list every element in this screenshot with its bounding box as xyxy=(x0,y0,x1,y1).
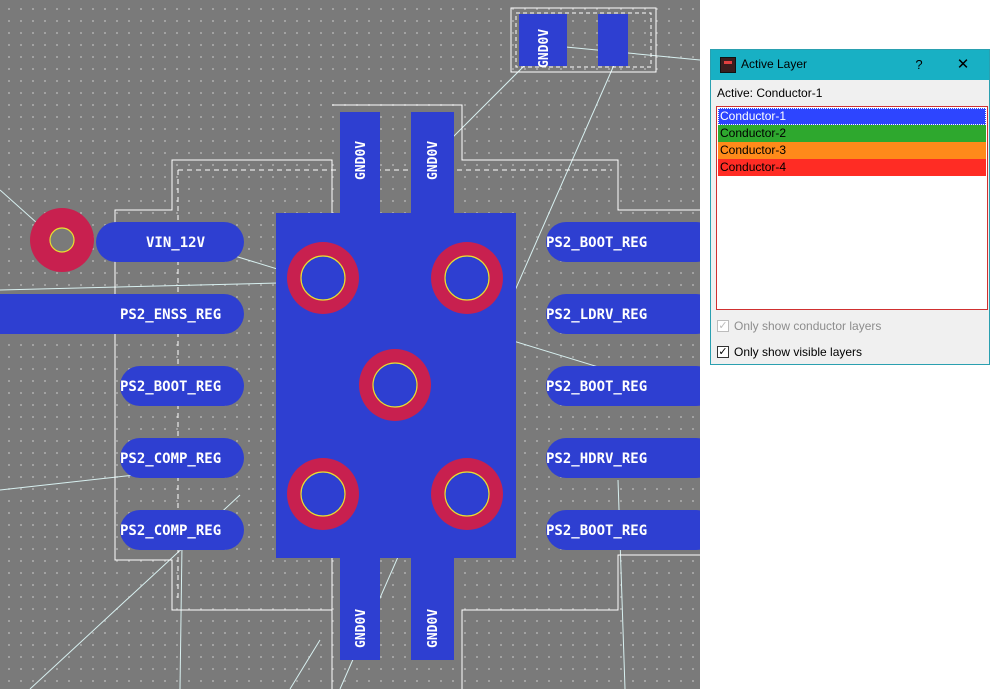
gnd-label-top-2: GND0V xyxy=(426,141,441,180)
close-button[interactable]: ✕ xyxy=(953,55,973,75)
app-icon xyxy=(720,57,736,73)
gnd-label-bottom-2: GND0V xyxy=(426,609,441,648)
pad-label-boot-right-3: PS2_BOOT_REG xyxy=(546,523,647,539)
dialog-title: Active Layer xyxy=(741,57,808,71)
active-layer-dialog[interactable]: Active Layer ? ✕ Active: Conductor-1 Con… xyxy=(710,49,990,365)
layer-list[interactable]: Conductor-1 Conductor-2 Conductor-3 Cond… xyxy=(716,106,988,310)
only-conductor-checkbox[interactable]: ✓ xyxy=(717,320,729,332)
pad-label-hdrv: PS2_HDRV_REG xyxy=(546,451,647,467)
gnd-label-bottom-1: GND0V xyxy=(354,609,369,648)
only-conductor-row[interactable]: ✓ Only show conductor layers xyxy=(717,319,881,333)
gnd-label-cap: GND0V xyxy=(537,29,552,68)
help-button[interactable]: ? xyxy=(909,55,929,75)
pad-label-ldrv: PS2_LDRV_REG xyxy=(546,307,647,323)
dialog-titlebar[interactable]: Active Layer ? ✕ xyxy=(711,50,989,80)
active-layer-label: Active: Conductor-1 xyxy=(717,86,823,100)
pcb-drawing[interactable]: VIN_12V PS2_ENSS_REG PS2_BOOT_REG PS2_CO… xyxy=(0,0,700,689)
only-visible-row[interactable]: ✓ Only show visible layers xyxy=(717,345,862,359)
only-visible-checkbox[interactable]: ✓ xyxy=(717,346,729,358)
layer-item-conductor-1[interactable]: Conductor-1 xyxy=(718,108,986,125)
only-visible-label: Only show visible layers xyxy=(734,345,863,359)
pad-label-comp-2: PS2_COMP_REG xyxy=(120,523,221,539)
pad-label-vin: VIN_12V xyxy=(146,235,206,251)
layer-item-conductor-2[interactable]: Conductor-2 xyxy=(718,125,986,142)
pad-label-boot-right-1: PS2_BOOT_REG xyxy=(546,235,647,251)
gnd-label-top-1: GND0V xyxy=(354,141,369,180)
pad-label-boot-right-2: PS2_BOOT_REG xyxy=(546,379,647,395)
pcb-canvas[interactable]: VIN_12V PS2_ENSS_REG PS2_BOOT_REG PS2_CO… xyxy=(0,0,700,689)
layer-item-conductor-4[interactable]: Conductor-4 xyxy=(718,159,986,176)
layer-item-conductor-3[interactable]: Conductor-3 xyxy=(718,142,986,159)
pad-label-boot-left: PS2_BOOT_REG xyxy=(120,379,221,395)
pad-label-enss: PS2_ENSS_REG xyxy=(120,307,221,323)
only-conductor-label: Only show conductor layers xyxy=(734,319,882,333)
pad-label-comp-1: PS2_COMP_REG xyxy=(120,451,221,467)
